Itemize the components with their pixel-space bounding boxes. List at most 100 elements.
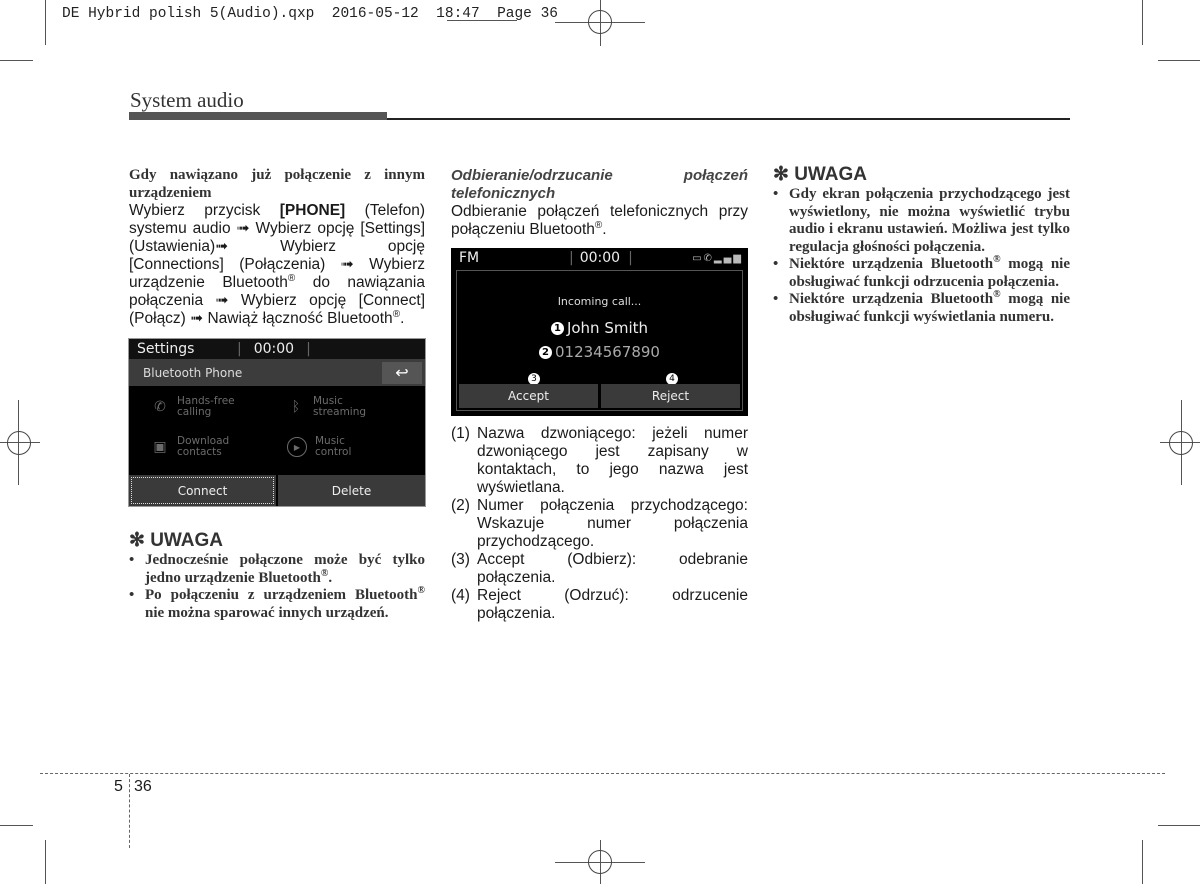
- title-rule-thin: [387, 118, 1070, 120]
- status-bar: Settings | 00:00 |: [129, 339, 425, 359]
- divider: |: [569, 250, 574, 266]
- item-text: Accept (Odbierz): odebranie połączenia.: [477, 551, 748, 586]
- crop-mark: [45, 0, 46, 45]
- item-number: (2): [451, 497, 470, 514]
- registered-mark: ®: [993, 254, 1001, 265]
- note-bullet: • Niektóre urządzenia Bluetooth® mogą nie…: [773, 254, 1070, 290]
- item-number: (3): [451, 551, 470, 568]
- crop-mark: [0, 60, 33, 61]
- phone-icon: ✆: [703, 252, 714, 264]
- middle-heading: Odbieranie/odrzucanie połączeń telefonic…: [451, 167, 748, 202]
- crop-mark: [1142, 840, 1143, 884]
- option-label: control: [315, 446, 352, 458]
- marker-1: 1: [550, 322, 564, 335]
- sub-bar: Bluetooth Phone ↩: [129, 359, 425, 386]
- registered-mark: ®: [417, 585, 425, 596]
- registration-mark-circle: [7, 431, 31, 455]
- list-item: (1) Nazwa dzwoniącego: jeżeli numer dzwon…: [451, 425, 748, 497]
- marker-2: 2: [539, 346, 552, 359]
- bullet-text: Jednocześnie połączone może być tylko je…: [145, 552, 425, 586]
- caller-name: John Smith: [566, 319, 649, 337]
- handsfree-phone-icon: ✆: [154, 398, 166, 415]
- note-title: ✻ UWAGA: [129, 530, 224, 551]
- crop-mark: [1158, 825, 1200, 826]
- option-hands-free[interactable]: ✆ Hands-free calling: [151, 396, 235, 418]
- right-note: ✻ UWAGA • Gdy ekran połączenia przychodzą…: [773, 164, 1070, 326]
- chapter-number: 5: [114, 778, 123, 795]
- registration-mark-circle: [588, 850, 612, 874]
- body-text: .: [602, 221, 607, 238]
- call-buttons: Accept Reject: [459, 384, 740, 408]
- body-text: Wybierz przycisk: [129, 202, 280, 219]
- item-text: Numer połączenia przychodzącego: Wskazuj…: [477, 497, 748, 550]
- status-bar: FM | 00:00 | ▭✆▂▄▆: [451, 248, 748, 268]
- options-grid: ✆ Hands-free calling ᛒ Music streaming ▣ D…: [129, 387, 425, 475]
- bullet-text: Po połączeniu z urządzeniem Bluetooth: [145, 587, 418, 603]
- crop-mark: [0, 825, 33, 826]
- incoming-call-text: Incoming call...: [557, 295, 642, 308]
- body-text: .: [400, 310, 405, 327]
- note-bullet: • Jednocześnie połączone może być tylko j…: [129, 552, 425, 586]
- caller-number: 01234567890: [555, 343, 660, 361]
- crop-mark: [1158, 60, 1200, 61]
- incoming-call-screen: FM | 00:00 | ▭✆▂▄▆ Incoming call... 1 Joh…: [451, 248, 748, 416]
- subbar-title: Bluetooth Phone: [143, 365, 243, 380]
- crop-mark: [1142, 0, 1143, 45]
- page-number: 36: [134, 778, 152, 795]
- caller-number-row: 2 01234567890: [457, 343, 742, 361]
- source-label: FM: [459, 250, 480, 266]
- bullet-text: .: [328, 569, 333, 586]
- note-title: ✻ UWAGA: [773, 164, 868, 185]
- divider: |: [306, 341, 311, 357]
- bluetooth-music-icon: ᛒ: [291, 398, 301, 415]
- footer-divider: [129, 774, 130, 848]
- title-rule-thick: [129, 112, 387, 120]
- bullet-text: nie można sparować innych urządzeń.: [145, 604, 389, 621]
- left-heading: Gdy nawiązano już połączenie z innym urz…: [129, 167, 425, 201]
- item-text: Nazwa dzwoniącego: jeżeli numer dzwoniąc…: [477, 425, 748, 496]
- clock: 00:00: [579, 250, 621, 266]
- registration-mark-circle: [588, 10, 612, 34]
- caller-name-row: 1 John Smith: [457, 319, 742, 337]
- phone-key-label: [PHONE]: [279, 202, 346, 219]
- middle-column: Odbieranie/odrzucanie połączeń telefonic…: [451, 167, 748, 239]
- note-bullet: • Niektóre urządzenia Bluetooth® mogą nie…: [773, 289, 1070, 325]
- option-label: contacts: [177, 446, 222, 458]
- note-bullet: • Gdy ekran połączenia przychodzącego jes…: [773, 186, 1070, 255]
- crop-mark: [45, 840, 46, 884]
- option-music-control[interactable]: ▶ Music control: [287, 436, 351, 458]
- bullet-text: Niektóre urządzenia Bluetooth: [789, 256, 994, 272]
- item-number: (4): [451, 587, 470, 604]
- back-icon[interactable]: ↩: [382, 361, 422, 384]
- battery-icon: ▭: [692, 252, 704, 264]
- list-item: (2) Numer połączenia przychodzącego: Wska…: [451, 497, 748, 551]
- option-download-contacts[interactable]: ▣ Download contacts: [151, 436, 229, 458]
- signal-icon: ▂▄▆: [713, 252, 743, 264]
- bullet-text: Gdy ekran połączenia przychodzącego jest…: [789, 186, 1070, 255]
- note-bullet: • Po połączeniu z urządzeniem Bluetooth® …: [129, 585, 425, 621]
- left-note: ✻ UWAGA • Jednocześnie połączone może być…: [129, 530, 425, 622]
- registered-mark: ®: [993, 289, 1001, 300]
- callout-list: (1) Nazwa dzwoniącego: jeżeli numer dzwon…: [451, 425, 748, 623]
- button-row: Connect Delete: [129, 475, 425, 506]
- call-panel: Incoming call... 1 John Smith 2 0123456789…: [456, 270, 743, 411]
- status-icons: ▭✆▂▄▆: [692, 253, 743, 264]
- accept-button[interactable]: Accept: [459, 384, 598, 408]
- reject-button[interactable]: Reject: [601, 384, 740, 408]
- connect-button[interactable]: Connect: [129, 475, 276, 506]
- left-column: Gdy nawiązano już połączenie z innym urz…: [129, 167, 425, 328]
- option-label: calling: [177, 406, 212, 418]
- section-title: System audio: [130, 88, 244, 112]
- option-music-streaming[interactable]: ᛒ Music streaming: [287, 396, 366, 418]
- registration-mark-circle: [1169, 431, 1193, 455]
- list-item: (3) Accept (Odbierz): odebranie połączeni…: [451, 551, 748, 587]
- middle-body: Odbieranie połączeń telefonicznych przy …: [451, 203, 748, 239]
- divider: |: [237, 341, 242, 357]
- bullet-text: Niektóre urządzenia Bluetooth: [789, 291, 994, 307]
- left-body: Wybierz przycisk [PHONE] (Telefon) syste…: [129, 202, 425, 328]
- play-icon: ▶: [287, 437, 307, 457]
- delete-button[interactable]: Delete: [278, 475, 425, 506]
- settings-screen: Settings | 00:00 | Bluetooth Phone ↩ ✆ H…: [128, 338, 426, 507]
- footer-rule: [40, 773, 1165, 774]
- divider: |: [628, 250, 633, 266]
